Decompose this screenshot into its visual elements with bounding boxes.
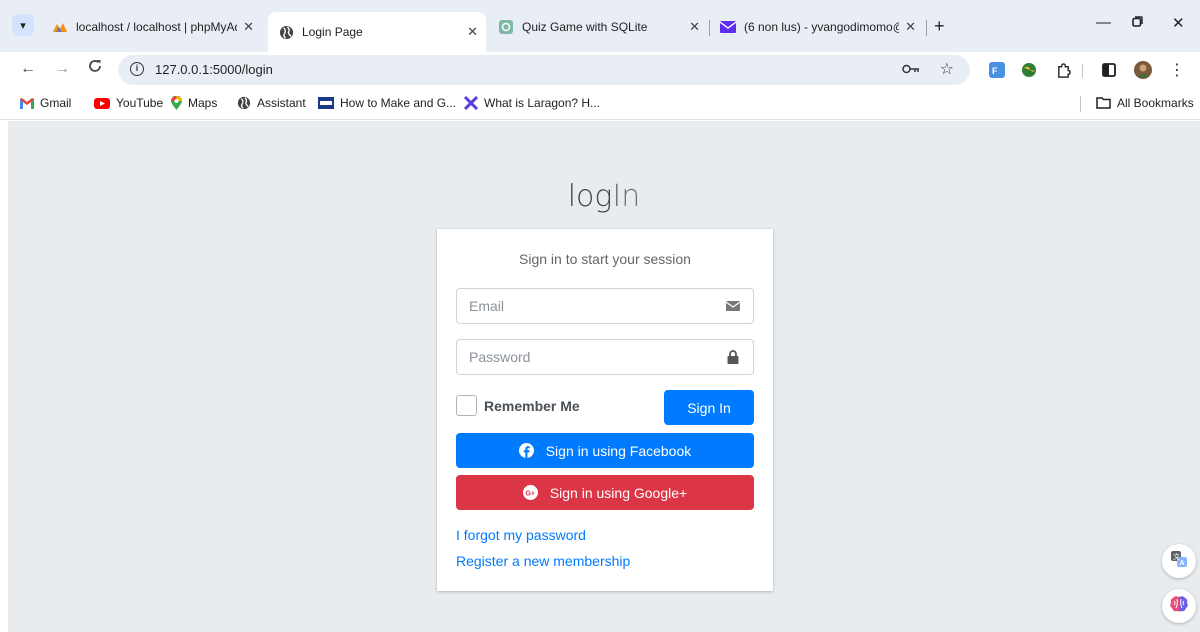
password-field[interactable] xyxy=(456,339,754,375)
facebook-sign-in-label: Sign in using Facebook xyxy=(545,442,692,459)
google-plus-icon: G+ xyxy=(522,485,538,500)
register-link[interactable]: Register a new membership xyxy=(456,553,630,569)
brain-icon xyxy=(1169,595,1189,618)
new-tab-button[interactable]: + xyxy=(934,16,945,37)
tab-title: localhost / localhost | phpMyAd xyxy=(76,20,238,34)
tab-search-button[interactable]: ▾ xyxy=(12,14,34,36)
extension-globe-icon[interactable] xyxy=(1020,61,1038,79)
bookmark-laragon[interactable]: What is Laragon? H... xyxy=(464,96,600,110)
tab-title: Login Page xyxy=(302,25,363,39)
address-bar[interactable]: i 127.0.0.1:5000/login ☆ xyxy=(118,55,970,85)
remember-me-checkbox[interactable] xyxy=(456,395,477,416)
phpmyadmin-icon xyxy=(52,19,68,35)
tab-strip: ▾ localhost / localhost | phpMyAd ✕ Logi… xyxy=(0,0,1200,52)
reload-button[interactable] xyxy=(88,59,102,78)
toolbar-divider xyxy=(1082,64,1083,78)
close-icon[interactable]: ✕ xyxy=(243,19,254,35)
arrow-left-icon: ← xyxy=(20,60,36,77)
puzzle-icon[interactable] xyxy=(1054,61,1072,79)
tab-login-page[interactable]: Login Page ✕ xyxy=(268,12,486,52)
bookmark-assistant[interactable]: Assistant xyxy=(237,96,306,110)
bookmark-label: Gmail xyxy=(40,96,72,110)
tab-title: Quiz Game with SQLite xyxy=(522,20,648,34)
login-logo[interactable]: logIn xyxy=(8,179,1200,214)
bookmark-label: How to Make and G... xyxy=(340,96,457,110)
bookmark-label: YouTube xyxy=(116,96,164,110)
gmail-icon xyxy=(20,97,34,109)
globe-icon xyxy=(237,96,251,110)
back-button[interactable]: ← xyxy=(20,60,36,78)
extension-f-icon[interactable]: F xyxy=(988,61,1006,79)
tab-title: (6 non lus) - yvangodimomo@y xyxy=(744,20,900,34)
mail-icon xyxy=(720,19,736,35)
password-input[interactable] xyxy=(457,340,707,374)
remember-me-label[interactable]: Remember Me xyxy=(484,398,580,414)
google-sign-in-button[interactable]: G+ Sign in using Google+ xyxy=(456,475,754,510)
side-panel-icon[interactable] xyxy=(1100,61,1118,79)
sign-in-button[interactable]: Sign In xyxy=(664,390,754,425)
tab-separator xyxy=(709,20,710,36)
restore-button[interactable] xyxy=(1132,14,1143,31)
translate-float-button[interactable]: 文A xyxy=(1162,544,1196,578)
site-logo-icon xyxy=(318,97,334,109)
bookmarks-divider xyxy=(1080,96,1081,112)
bookmark-gmail[interactable]: Gmail xyxy=(20,96,71,110)
svg-text:G+: G+ xyxy=(525,491,535,498)
email-input[interactable] xyxy=(457,289,707,323)
bookmark-how-to-make[interactable]: How to Make and G... xyxy=(318,96,456,110)
logo-light-text: In xyxy=(612,179,641,214)
lock-icon xyxy=(725,350,741,364)
minimize-button[interactable]: — xyxy=(1096,14,1111,31)
google-sign-in-label: Sign in using Google+ xyxy=(549,484,688,501)
facebook-icon xyxy=(518,443,534,458)
x-logo-icon xyxy=(464,96,478,110)
folder-icon xyxy=(1096,97,1111,109)
svg-text:F: F xyxy=(992,66,998,76)
star-icon[interactable]: ☆ xyxy=(940,59,954,79)
toolbar: ← → i 127.0.0.1:5000/login ☆ F ⋮ xyxy=(0,52,1200,88)
globe-icon xyxy=(278,24,294,40)
maps-pin-icon xyxy=(171,96,182,110)
page-content: logIn Sign in to start your session Reme… xyxy=(8,121,1200,632)
close-icon[interactable]: ✕ xyxy=(905,19,916,35)
sign-in-label: Sign In xyxy=(687,399,731,416)
bookmark-label: Assistant xyxy=(257,96,306,110)
close-window-button[interactable]: ✕ xyxy=(1172,14,1185,32)
login-card: Sign in to start your session Remember M… xyxy=(437,229,773,591)
svg-text:A: A xyxy=(1180,560,1185,567)
translate-icon: 文A xyxy=(1170,550,1188,573)
facebook-sign-in-button[interactable]: Sign in using Facebook xyxy=(456,433,754,468)
youtube-icon xyxy=(94,97,110,109)
quiz-app-icon xyxy=(498,19,514,35)
close-icon[interactable]: ✕ xyxy=(689,19,700,35)
tab-mail[interactable]: (6 non lus) - yvangodimomo@y ✕ xyxy=(712,12,924,42)
all-bookmarks-label: All Bookmarks xyxy=(1117,96,1194,110)
info-icon[interactable]: i xyxy=(130,62,144,76)
forgot-password-link[interactable]: I forgot my password xyxy=(456,527,586,543)
bookmark-label: What is Laragon? H... xyxy=(484,96,601,110)
remember-me: Remember Me xyxy=(456,395,580,416)
kebab-menu-icon[interactable]: ⋮ xyxy=(1168,61,1186,79)
tab-separator xyxy=(926,20,927,36)
all-bookmarks-button[interactable]: All Bookmarks xyxy=(1096,96,1194,110)
bookmark-maps[interactable]: Maps xyxy=(171,96,217,110)
close-icon[interactable]: ✕ xyxy=(467,24,478,40)
bookmark-youtube[interactable]: YouTube xyxy=(94,96,163,110)
logo-bold-text: log xyxy=(567,179,613,214)
url-text[interactable]: 127.0.0.1:5000/login xyxy=(155,62,273,77)
reload-icon xyxy=(88,60,102,77)
tab-quiz-game[interactable]: Quiz Game with SQLite ✕ xyxy=(490,12,708,42)
brain-float-button[interactable] xyxy=(1162,589,1196,623)
arrow-right-icon: → xyxy=(54,60,70,77)
bookmarks-bar: Gmail YouTube Maps Assistant How to Make… xyxy=(0,88,1200,120)
key-icon[interactable] xyxy=(902,61,920,77)
email-field[interactable] xyxy=(456,288,754,324)
envelope-icon xyxy=(725,299,741,313)
avatar[interactable] xyxy=(1134,61,1152,79)
login-box-message: Sign in to start your session xyxy=(519,251,691,267)
forward-button[interactable]: → xyxy=(54,60,70,78)
tab-phpmyadmin[interactable]: localhost / localhost | phpMyAd ✕ xyxy=(44,12,262,42)
chevron-down-icon: ▾ xyxy=(20,19,26,32)
bookmark-label: Maps xyxy=(188,96,218,110)
